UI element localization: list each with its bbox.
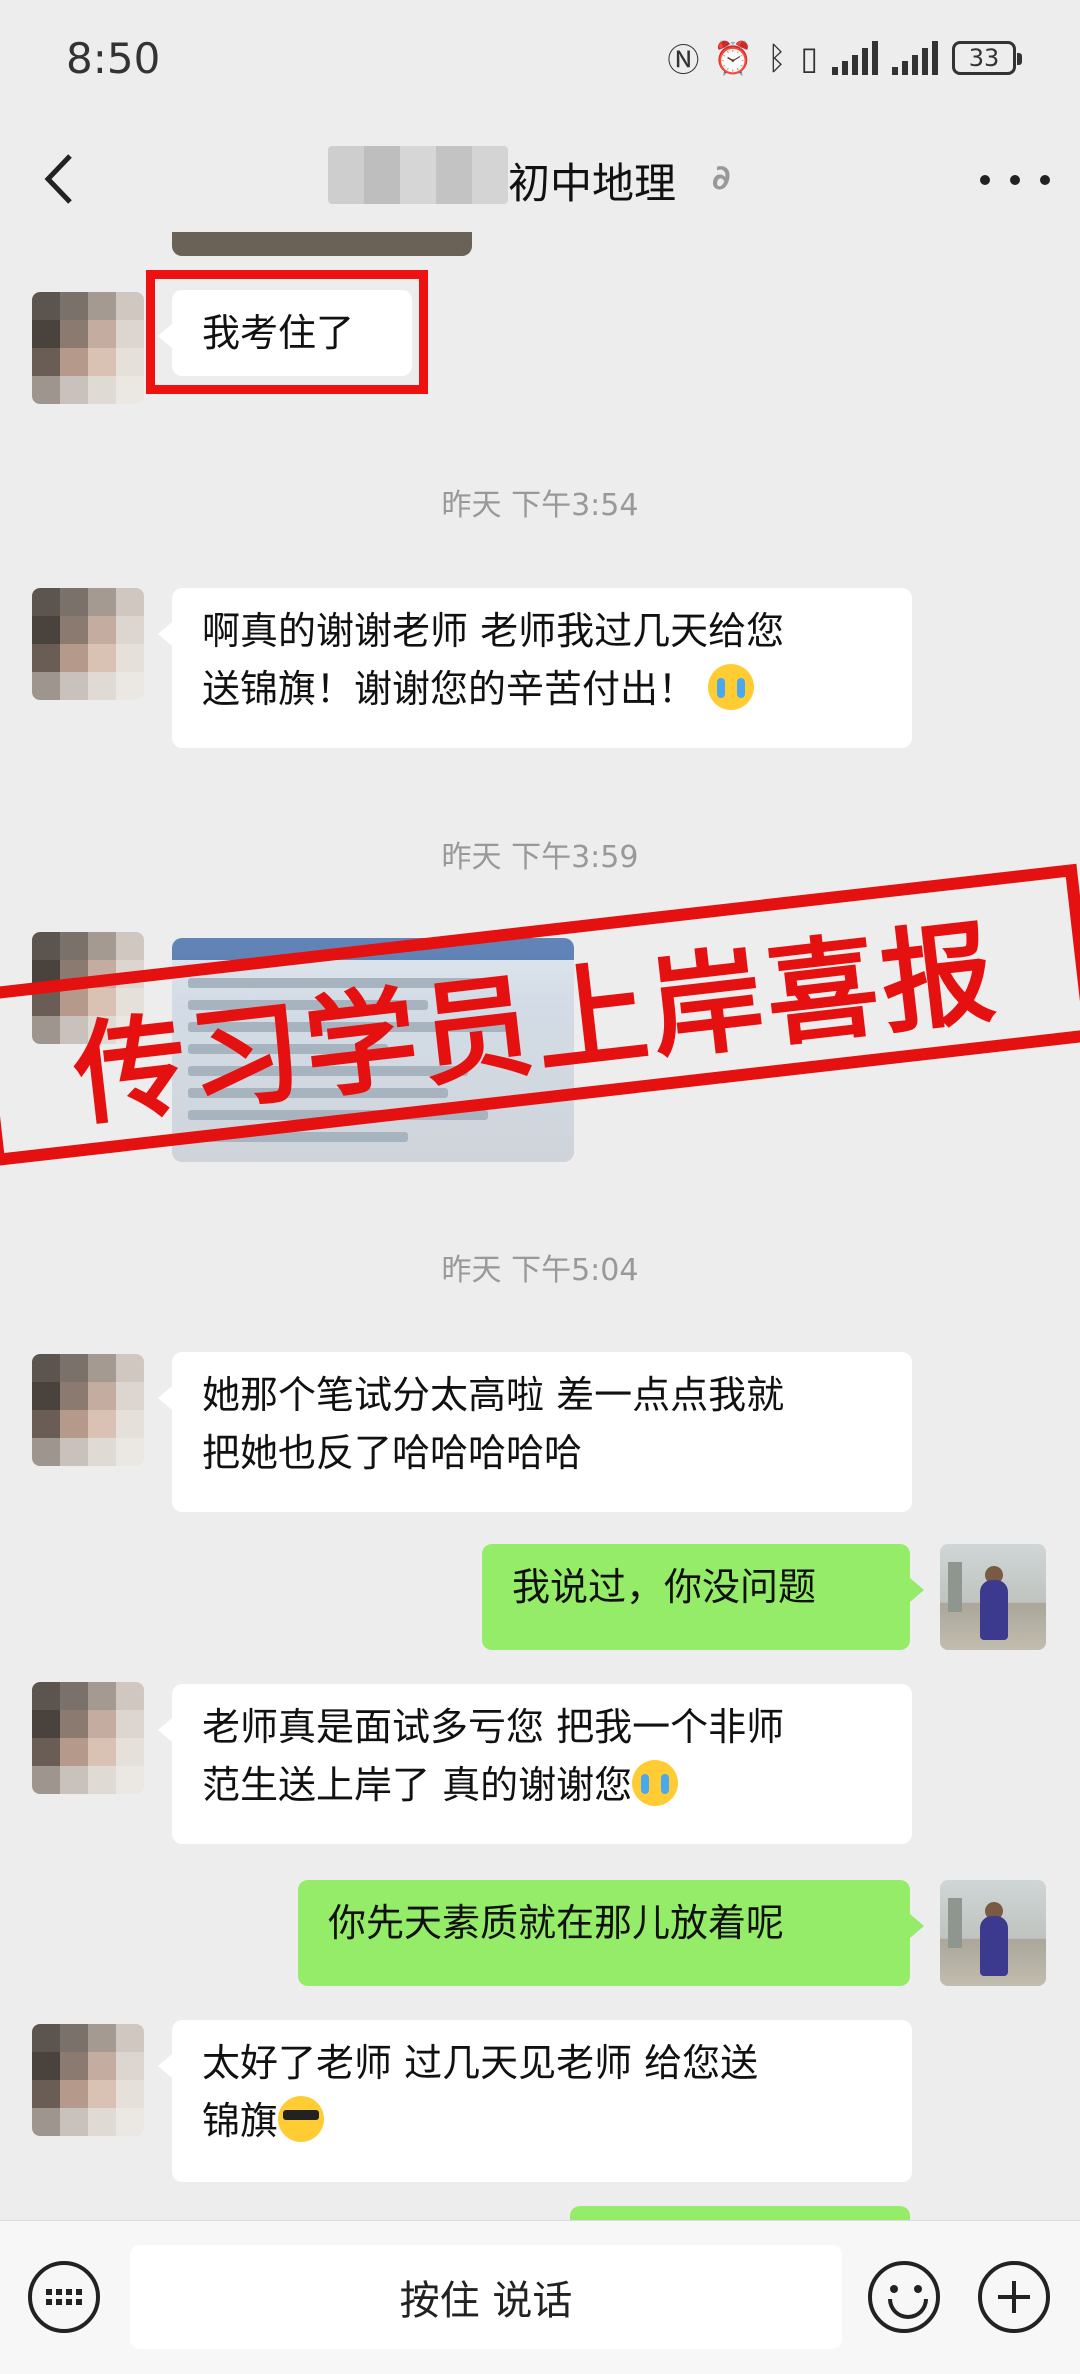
- bluetooth-icon: ᛒ: [767, 39, 787, 77]
- message-text: 啊真的谢谢老师 老师我过几天给您: [202, 609, 785, 653]
- hold-to-talk-button[interactable]: 按住 说话: [130, 2245, 842, 2349]
- status-time: 8:50: [66, 34, 161, 83]
- avatar[interactable]: [32, 1354, 144, 1466]
- blurred-name: [328, 146, 508, 204]
- message-text: 我说过，你没问题: [512, 1565, 817, 1609]
- message-text: 太好了老师 过几天见老师 给您送: [202, 2041, 759, 2085]
- signal-1-icon: [832, 41, 878, 75]
- plus-icon[interactable]: [978, 2261, 1050, 2333]
- message-bubble[interactable]: 太好了老师 过几天见老师 给您送 锦旗: [158, 2020, 912, 2182]
- self-avatar[interactable]: [940, 1880, 1046, 1986]
- message-text: 老师真是面试多亏您 把我一个非师: [202, 1705, 785, 1749]
- avatar[interactable]: [32, 1682, 144, 1794]
- self-avatar[interactable]: [940, 1544, 1046, 1650]
- self-message-bubble[interactable]: 你先天素质就在那儿放着呢: [298, 1880, 924, 1986]
- message-bubble[interactable]: 老师真是面试多亏您 把我一个非师 范生送上岸了 真的谢谢您: [158, 1684, 912, 1844]
- message-bubble[interactable]: 她那个笔试分太高啦 差一点点我就 把她也反了哈哈哈哈哈: [158, 1352, 912, 1512]
- chat-header: 初中地理 𝟃: [0, 120, 1080, 240]
- sunglasses-emoji-icon: [278, 2096, 325, 2142]
- timestamp: 昨天 下午5:04: [441, 1253, 639, 1288]
- self-message-bubble[interactable]: 我说过，你没问题: [482, 1544, 924, 1650]
- crying-emoji-icon: [708, 664, 755, 710]
- vibrate-icon: ▯: [800, 39, 818, 77]
- message-text: 把她也反了哈哈哈哈哈: [202, 1431, 583, 1475]
- message-text: 她那个笔试分太高啦 差一点点我就: [202, 1373, 785, 1417]
- avatar[interactable]: [32, 292, 144, 404]
- chevron-left-icon: [44, 154, 72, 204]
- emoji-icon[interactable]: [868, 2261, 940, 2333]
- timestamp: 昨天 下午3:54: [441, 488, 639, 523]
- avatar[interactable]: [32, 588, 144, 700]
- status-bar: 8:50 Ⓝ ⏰ ᛒ ▯ 33: [0, 0, 1080, 120]
- message-text: 你先天素质就在那儿放着呢: [328, 1901, 785, 1945]
- red-highlight-box: [146, 270, 428, 394]
- alarm-icon: ⏰: [713, 39, 754, 77]
- crying-emoji-icon: [632, 1760, 679, 1806]
- status-icons: Ⓝ ⏰ ᛒ ▯ 33: [667, 36, 1022, 80]
- nfc-icon: Ⓝ: [667, 41, 700, 79]
- timestamp: 昨天 下午3:59: [441, 840, 639, 875]
- input-bar: 按住 说话: [0, 2220, 1080, 2374]
- previous-image-bubble[interactable]: [172, 232, 472, 256]
- ear-icon: 𝟃: [712, 158, 731, 198]
- avatar[interactable]: [32, 2024, 144, 2136]
- signal-2-icon: [892, 41, 938, 75]
- back-button[interactable]: [30, 144, 90, 214]
- keyboard-toggle-button[interactable]: [28, 2261, 100, 2333]
- message-text: 送锦旗！谢谢您的辛苦付出！: [202, 667, 697, 711]
- battery-icon: 33: [952, 41, 1022, 75]
- more-button[interactable]: [980, 160, 1050, 200]
- message-text: 锦旗: [202, 2099, 279, 2143]
- message-text: 范生送上岸了 真的谢谢您: [202, 1763, 633, 1807]
- keyboard-icon: [46, 2289, 82, 2305]
- chat-title: 初中地理: [508, 159, 677, 208]
- message-bubble[interactable]: 啊真的谢谢老师 老师我过几天给您 送锦旗！谢谢您的辛苦付出！: [158, 588, 912, 748]
